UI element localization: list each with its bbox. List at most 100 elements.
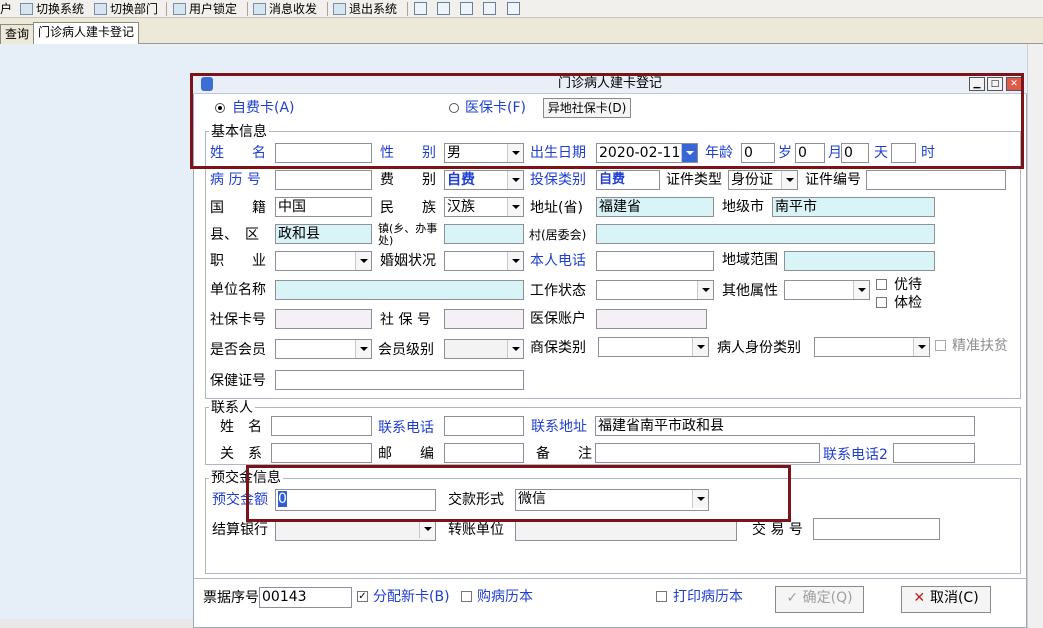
chevron-down-icon[interactable]	[355, 340, 371, 358]
id-type-select[interactable]: 身份证	[728, 170, 798, 190]
contact-name-input[interactable]	[271, 416, 372, 436]
bank-select[interactable]	[275, 519, 436, 541]
dob-picker[interactable]: 2020-02-11	[596, 143, 698, 163]
chevron-down-icon[interactable]	[913, 338, 929, 356]
minimize-icon[interactable]: ▁	[969, 77, 985, 91]
poverty-checkbox[interactable]	[935, 340, 946, 351]
province-input[interactable]: 福建省	[596, 197, 714, 217]
priority-checkbox[interactable]	[876, 279, 887, 290]
fee-select[interactable]: 自费	[444, 170, 524, 190]
chevron-down-icon[interactable]	[692, 490, 708, 508]
id-no-input[interactable]	[866, 170, 1006, 190]
age-months-input[interactable]: 0	[795, 143, 825, 163]
chevron-down-icon[interactable]	[507, 144, 523, 162]
contact-addr-input[interactable]: 福建省南平市政和县	[595, 416, 975, 436]
contact-phone2-input[interactable]	[893, 443, 975, 463]
buy-book-label[interactable]: 购病历本	[477, 588, 533, 606]
edit-icon[interactable]	[414, 2, 427, 15]
member-level-select[interactable]	[444, 339, 524, 359]
close-icon[interactable]: ✕	[1006, 77, 1022, 91]
insurance-radio[interactable]	[449, 103, 459, 113]
message-button[interactable]: 消息收发	[253, 1, 317, 17]
chevron-down-icon[interactable]	[507, 171, 523, 189]
transfer-input[interactable]	[515, 519, 737, 541]
confirm-button[interactable]: ✓ 确定(Q)	[775, 586, 864, 613]
vertical-scrollbar[interactable]	[1027, 44, 1043, 628]
insure-type-label: 投保类别	[530, 172, 586, 188]
tab-patient-card[interactable]: 门诊病人建卡登记	[33, 22, 140, 44]
buy-book-checkbox[interactable]	[461, 591, 472, 602]
print-book-checkbox[interactable]	[656, 591, 667, 602]
ethnic-select[interactable]: 汉族	[444, 197, 524, 217]
contact-phone-input[interactable]	[444, 416, 524, 436]
trade-input[interactable]	[813, 518, 940, 540]
insure-type-input[interactable]: 自费	[596, 170, 660, 190]
method-select[interactable]: 微信	[515, 489, 709, 511]
employer-input[interactable]	[275, 280, 524, 300]
tool-icon[interactable]	[437, 2, 450, 15]
user-lock-button[interactable]: 用户锁定	[173, 1, 237, 17]
marital-select[interactable]	[444, 251, 524, 271]
checkbox-icon[interactable]	[460, 2, 473, 15]
maximize-icon[interactable]: □	[987, 77, 1003, 91]
new-card-checkbox[interactable]: ✓	[357, 591, 368, 602]
chevron-down-icon[interactable]	[507, 198, 523, 216]
print-book-label[interactable]: 打印病历本	[673, 588, 743, 606]
age-label: 年龄	[705, 145, 733, 161]
dob-value: 2020-02-11	[599, 145, 681, 161]
amount-input[interactable]: 0	[275, 489, 436, 511]
age-days-input[interactable]: 0	[841, 143, 869, 163]
cancel-button[interactable]: ✕ 取消(C)	[901, 586, 991, 613]
switch-dept-button[interactable]: 切换部门	[94, 1, 158, 17]
town-input[interactable]	[444, 224, 524, 244]
window-icon[interactable]	[483, 2, 496, 15]
chevron-down-icon[interactable]	[692, 338, 708, 356]
other-select[interactable]	[784, 280, 870, 300]
ssn-input[interactable]	[275, 309, 372, 329]
relation-input[interactable]	[271, 443, 372, 463]
chevron-down-icon[interactable]	[781, 171, 797, 189]
age-years-input[interactable]: 0	[741, 143, 775, 163]
insurance-label[interactable]: 医保卡(F)	[465, 99, 526, 117]
exit-button[interactable]: 退出系统	[333, 1, 397, 17]
county-input[interactable]: 政和县	[275, 224, 372, 244]
job-label: 职 业	[210, 253, 266, 269]
contact-phone2-label: 联系电话2	[823, 447, 888, 463]
self-pay-radio[interactable]	[215, 103, 225, 113]
chevron-down-icon[interactable]	[355, 252, 371, 270]
patient-type-select[interactable]	[814, 337, 930, 357]
chevron-down-icon[interactable]	[507, 340, 523, 358]
phone-input[interactable]	[596, 251, 714, 271]
remark-input[interactable]	[595, 443, 820, 463]
checkup-checkbox[interactable]	[876, 297, 887, 308]
sino-input[interactable]	[444, 309, 524, 329]
job-select[interactable]	[275, 251, 372, 271]
nation-input[interactable]: 中国	[275, 197, 372, 217]
chevron-down-icon[interactable]	[419, 520, 435, 538]
chevron-down-icon[interactable]	[697, 281, 713, 299]
name-input[interactable]	[275, 143, 372, 163]
zip-input[interactable]	[444, 443, 524, 463]
calendar-dropdown-icon[interactable]	[681, 144, 697, 162]
new-card-label[interactable]: 分配新卡(B)	[373, 588, 450, 606]
medacct-input[interactable]	[596, 309, 707, 329]
record-input[interactable]	[275, 170, 372, 190]
self-pay-label[interactable]: 自费卡(A)	[232, 99, 295, 117]
chevron-down-icon[interactable]	[853, 281, 869, 299]
receipt-label: 票据序号	[203, 590, 259, 606]
health-input[interactable]	[275, 370, 524, 390]
remote-card-button[interactable]: 异地社保卡(D)	[543, 98, 631, 118]
work-select[interactable]	[596, 280, 714, 300]
member-select[interactable]	[275, 339, 372, 359]
village-input[interactable]	[596, 224, 935, 244]
tab-query[interactable]: 查询	[0, 24, 35, 44]
age-hours-input[interactable]	[891, 143, 916, 163]
city-input[interactable]: 南平市	[772, 197, 935, 217]
receipt-input[interactable]: 00143	[259, 587, 352, 608]
document-icon[interactable]	[507, 2, 520, 15]
chevron-down-icon[interactable]	[507, 252, 523, 270]
sex-select[interactable]: 男	[444, 143, 524, 163]
area-input[interactable]	[784, 251, 935, 271]
commercial-select[interactable]	[598, 337, 709, 357]
switch-system-button[interactable]: 切换系统	[20, 1, 84, 17]
